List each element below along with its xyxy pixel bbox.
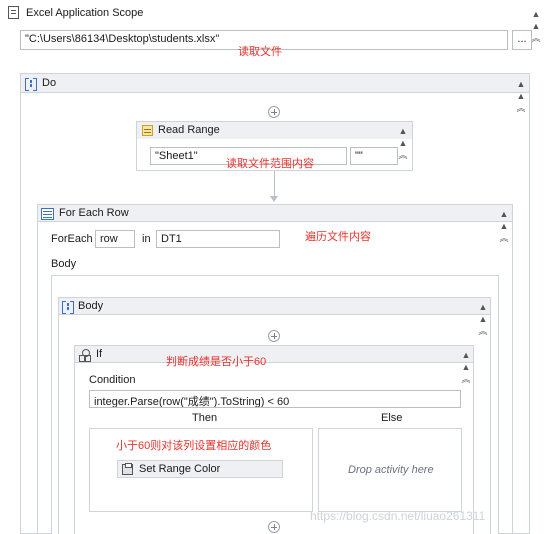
then-note: 小于60则对该列设置相应的颜色: [116, 440, 272, 452]
range-input[interactable]: "": [350, 147, 398, 165]
for-each-row-title: For Each Row: [59, 207, 129, 219]
then-label: Then: [192, 412, 218, 424]
excel-scope-icon: [8, 6, 19, 19]
if-icon: [79, 349, 91, 362]
iterate-note: 遍历文件内容: [305, 231, 371, 243]
body-sequence-title: Body: [78, 300, 104, 312]
else-label: Else: [381, 412, 403, 424]
collection-input[interactable]: DT1: [156, 230, 280, 248]
read-range-icon: [142, 125, 153, 136]
if-collapse-icon[interactable]: ︽: [460, 349, 472, 384]
set-range-color-icon: [122, 463, 133, 475]
body-sequence-icon: [62, 301, 74, 314]
foreach-label: ForEach: [51, 233, 93, 245]
foreach-item-input[interactable]: row: [95, 230, 135, 248]
do-collapse-icon[interactable]: ︽: [515, 78, 527, 113]
drop-activity-placeholder: Drop activity here: [348, 464, 434, 476]
body-collapse-icon[interactable]: ︽: [477, 301, 489, 336]
add-activity-icon[interactable]: [268, 106, 280, 118]
if-title: If: [96, 348, 103, 360]
for-each-row-icon: [41, 208, 54, 220]
do-header[interactable]: Do ︽: [20, 73, 530, 113]
if-header[interactable]: If ︽: [74, 345, 474, 384]
excel-scope-collapse-icon[interactable]: ︽: [530, 8, 542, 43]
browse-button[interactable]: ...: [512, 30, 532, 50]
watermark-text: https://blog.csdn.net/liuao261311: [310, 509, 486, 523]
for-each-row-collapse-icon[interactable]: ︽: [498, 208, 510, 243]
in-label: in: [142, 233, 151, 245]
read-range-header[interactable]: Read Range ︽: [136, 121, 413, 160]
connector-arrow-icon: [270, 196, 278, 202]
read-range-title: Read Range: [158, 124, 220, 136]
excel-scope-header[interactable]: Excel Application Scope ︽: [0, 4, 548, 43]
for-each-row-header[interactable]: For Each Row ︽: [37, 204, 513, 243]
excel-scope-title: Excel Application Scope: [26, 7, 144, 19]
set-range-color-title: Set Range Color: [139, 463, 221, 475]
body-sequence-header[interactable]: Body ︽: [58, 297, 491, 336]
read-range-collapse-icon[interactable]: ︽: [397, 125, 409, 160]
sequence-icon: [25, 78, 37, 91]
connector-line: [274, 171, 275, 199]
condition-input[interactable]: integer.Parse(row("成绩").ToString) < 60: [89, 390, 461, 408]
do-title: Do: [42, 77, 57, 89]
condition-label: Condition: [89, 374, 136, 386]
add-activity-icon-body[interactable]: [268, 330, 280, 342]
if-note: 判断成绩是否小于60: [166, 356, 267, 368]
read-range-note: 读取文件范围内容: [226, 158, 314, 170]
for-each-body-label: Body: [51, 258, 77, 270]
read-file-note: 读取文件: [238, 46, 282, 58]
add-activity-icon-bottom[interactable]: [268, 521, 280, 533]
set-range-color-activity[interactable]: Set Range Color: [117, 460, 283, 478]
